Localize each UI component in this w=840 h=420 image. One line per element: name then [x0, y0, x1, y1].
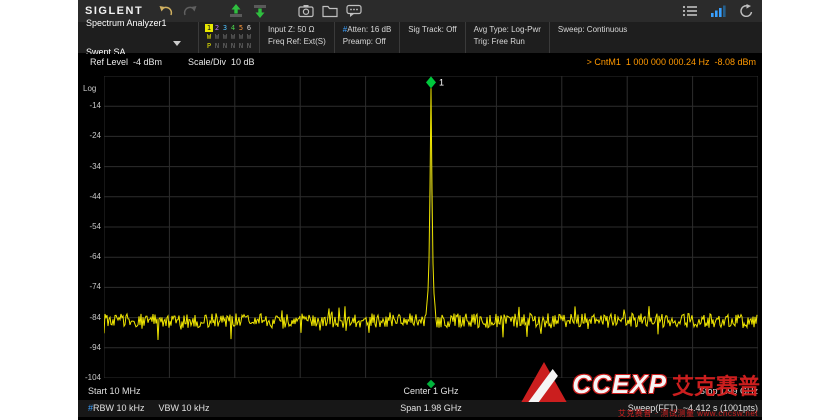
ccexp-logo-icon [521, 362, 567, 407]
atten-label: #Atten: 16 dB [343, 25, 391, 34]
y-axis-label: -74 [78, 282, 101, 291]
mode-selector[interactable]: Spectrum Analyzer1 Swept SA [78, 22, 199, 53]
y-axis-label: -84 [78, 313, 101, 322]
trace-cell: W [229, 33, 237, 41]
mode-title: Spectrum Analyzer1 [86, 18, 167, 29]
sig-track-label: Sig Track: Off [408, 25, 456, 34]
avg-trig-settings[interactable]: Avg Type: Log-Pwr Trig: Free Run [466, 22, 550, 53]
status-bar: Spectrum Analyzer1 Swept SA 123456WWWWWW… [78, 22, 762, 54]
trace-cell: 6 [245, 24, 253, 32]
refresh-icon[interactable] [737, 3, 755, 19]
ref-level-row: Ref Level -4 dBm Scale/Div 10 dB > CntM1… [78, 54, 762, 70]
y-axis-label: -54 [78, 222, 101, 231]
input-z-label: Input Z: 50 Ω [268, 25, 326, 34]
menu-list-icon[interactable] [681, 3, 699, 19]
sweep-settings[interactable]: Sweep: Continuous [550, 22, 762, 53]
watermark-row: CCEXP 艾克赛普 [521, 362, 760, 407]
toolbar: SIGLENT [78, 0, 762, 22]
spectrum-plot: 1 [104, 76, 758, 378]
trace-cell: N [229, 42, 237, 50]
camera-icon[interactable] [297, 3, 315, 19]
marker-readout: > CntM1 1 000 000 000.24 Hz -8.08 dBm [587, 57, 756, 67]
trig-label: Trig: Free Run [474, 37, 541, 46]
message-icon[interactable] [345, 3, 363, 19]
redo-icon[interactable] [181, 3, 199, 19]
input-settings[interactable]: Input Z: 50 Ω Freq Ref: Ext(S) [260, 22, 335, 53]
y-axis-label: -34 [78, 162, 101, 171]
y-axis-label: -104 [78, 373, 101, 382]
trace-cell: N [245, 42, 253, 50]
network-status-icon[interactable] [709, 3, 727, 19]
trace-table[interactable]: 123456WWWWWWPNNNNN [199, 22, 260, 53]
spectrum-analyzer-screen: SIGLENT [78, 0, 762, 420]
scale-div[interactable]: Scale/Div 10 dB [188, 57, 255, 67]
ref-level[interactable]: Ref Level -4 dBm [90, 57, 162, 67]
trace-cell: 2 [213, 24, 221, 32]
trace-cell: W [205, 33, 213, 41]
trace-cell: W [221, 33, 229, 41]
y-axis-label: -94 [78, 343, 101, 352]
chevron-down-icon [173, 41, 181, 46]
watermark-brand-cn: 艾克赛普 [672, 369, 760, 401]
atten-value: Atten: 16 dB [347, 25, 391, 34]
freq-ref-label: Freq Ref: Ext(S) [268, 37, 326, 46]
trace-cell: 1 [205, 24, 213, 32]
arrow-up-icon[interactable] [227, 3, 245, 19]
y-axis-label: -24 [78, 131, 101, 140]
trace-cell: N [237, 42, 245, 50]
trace-cell: W [237, 33, 245, 41]
marker-number: 1 [439, 77, 444, 87]
sweep-label: Sweep: Continuous [558, 25, 754, 34]
trace-cell: W [245, 33, 253, 41]
sig-track-settings[interactable]: Sig Track: Off [400, 22, 465, 53]
watermark-subtext: 艾克赛普 · 测试测量 www.cncsw.net [618, 408, 760, 419]
y-axis-label: -14 [78, 101, 101, 110]
plot-area: Log -14 -24 -34 -44 -54 -64 -74 -84 -94 -104 1 [78, 70, 762, 386]
watermark: CCEXP 艾克赛普 艾克赛普 · 测试测量 www.cncsw.net [521, 362, 760, 419]
y-axis-label: -44 [78, 192, 101, 201]
trace-cell: 5 [237, 24, 245, 32]
amplitude-mode-label: Log [83, 84, 96, 93]
trace-cell: W [213, 33, 221, 41]
trace-cell: N [221, 42, 229, 50]
trace-cell: 4 [229, 24, 237, 32]
watermark-brand: CCEXP [572, 369, 667, 400]
arrow-down-icon[interactable] [251, 3, 269, 19]
atten-settings[interactable]: #Atten: 16 dB Preamp: Off [335, 22, 400, 53]
trace-cell: N [213, 42, 221, 50]
graticule: 1 [104, 76, 758, 378]
marker-diamond [426, 76, 436, 88]
preamp-label: Preamp: Off [343, 37, 391, 46]
folder-icon[interactable] [321, 3, 339, 19]
trace-cell: 3 [221, 24, 229, 32]
toolbar-right [681, 3, 755, 19]
trace-cell: P [205, 42, 213, 50]
y-axis-label: -64 [78, 252, 101, 261]
avg-type-label: Avg Type: Log-Pwr [474, 25, 541, 34]
